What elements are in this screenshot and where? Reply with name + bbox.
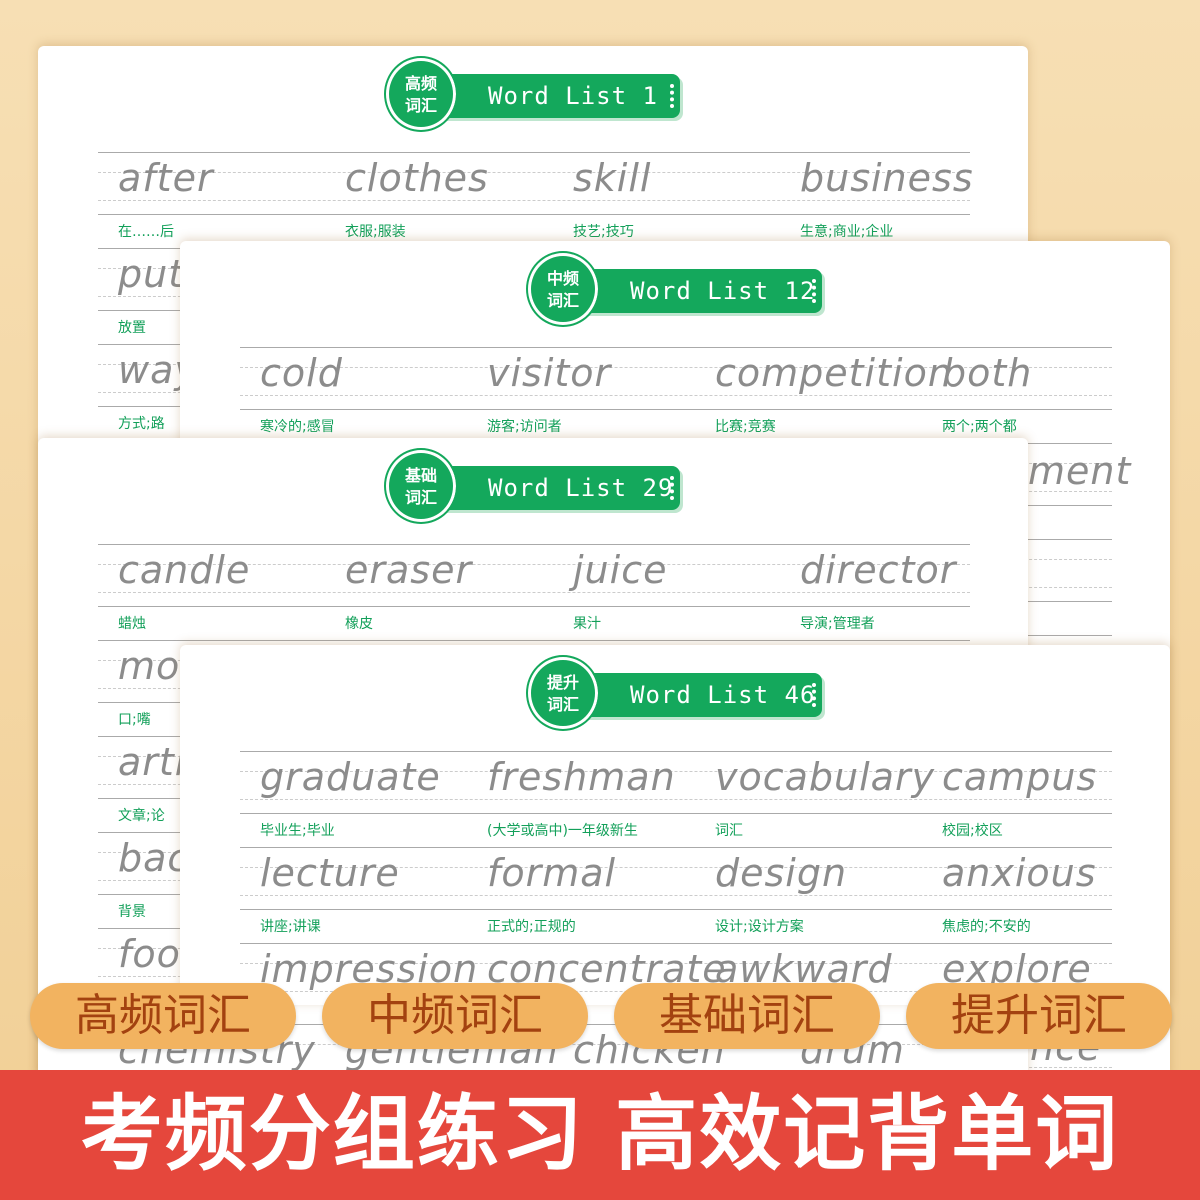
chinese-meaning: 比赛;竞赛	[715, 419, 776, 435]
english-word: candle	[118, 548, 251, 592]
word-list-title: Word List 46	[630, 681, 816, 709]
chinese-meaning: 词汇	[715, 823, 743, 839]
word-list-title: Word List 1	[488, 82, 658, 110]
chinese-meaning: 生意;商业;企业	[800, 224, 894, 240]
category-label: 基础 词汇	[384, 448, 458, 524]
english-word: competition	[715, 351, 953, 395]
chinese-meaning: 文章;论	[118, 808, 165, 824]
word-list-card: 提升 词汇 Word List 46 graduate freshman vocabul…	[180, 645, 1170, 1005]
english-word: both	[942, 351, 1033, 395]
chinese-meaning: 毕业生;毕业	[260, 823, 335, 839]
english-word: campus	[942, 755, 1098, 799]
english-word: graduate	[260, 755, 441, 799]
english-word: vocabulary	[715, 755, 936, 799]
chinese-meaning: 技艺;技巧	[573, 224, 634, 240]
tag-basic: 基础词汇	[614, 983, 880, 1049]
english-word: anxious	[942, 851, 1097, 895]
english-word: arti	[118, 740, 187, 784]
word-row: cold visitor competition both 寒冷的;感冒 游客;访问者 比赛…	[240, 347, 1112, 443]
dots-decoration	[670, 84, 676, 108]
chinese-meaning: 设计;设计方案	[715, 919, 804, 935]
english-word: ment	[1028, 449, 1132, 493]
chinese-meaning: 正式的;正规的	[487, 919, 576, 935]
english-word: freshman	[487, 755, 676, 799]
banner-slogan: 考频分组练习 高效记背单词	[0, 1070, 1200, 1200]
english-word: after	[118, 156, 214, 200]
english-word: cold	[260, 351, 343, 395]
tag-mid-frequency: 中频词汇	[322, 983, 588, 1049]
chinese-meaning: 蜡烛	[118, 616, 146, 632]
chinese-meaning: 焦虑的;不安的	[942, 919, 1031, 935]
chinese-meaning: 在……后	[118, 224, 174, 240]
english-word: design	[715, 851, 848, 895]
word-row: graduate freshman vocabulary campus 毕业生;毕业 (大…	[240, 751, 1112, 847]
chinese-meaning: 口;嘴	[118, 712, 151, 728]
english-word: director	[800, 548, 957, 592]
chinese-meaning: 果汁	[573, 616, 601, 632]
english-word: visitor	[487, 351, 612, 395]
chinese-meaning: 游客;访问者	[487, 419, 562, 435]
english-word: formal	[487, 851, 617, 895]
word-list-badge: 高频 词汇 Word List 1	[384, 56, 686, 132]
english-word: foo	[118, 932, 181, 976]
chinese-meaning: 讲座;讲课	[260, 919, 321, 935]
word-row: lecture formal design anxious 讲座;讲课 正式的;正规的 设计…	[240, 847, 1112, 943]
english-word: skill	[573, 156, 652, 200]
chinese-meaning: 两个;两个都	[942, 419, 1017, 435]
word-list-title: Word List 29	[488, 474, 674, 502]
dots-decoration	[812, 279, 818, 303]
word-row: candle eraser juice director 蜡烛 橡皮 果汁 导演;管理者	[98, 544, 970, 640]
category-label: 高频 词汇	[384, 56, 458, 132]
chinese-meaning: 导演;管理者	[800, 616, 875, 632]
chinese-meaning: 衣服;服装	[345, 224, 406, 240]
category-label: 中频 词汇	[526, 251, 600, 327]
category-tags: 高频词汇 中频词汇 基础词汇 提升词汇	[0, 983, 1200, 1049]
chinese-meaning: (大学或高中)一年级新生	[487, 823, 638, 839]
chinese-meaning: 寒冷的;感冒	[260, 419, 335, 435]
chinese-meaning: 方式;路	[118, 416, 165, 432]
english-word: put	[118, 252, 185, 296]
english-word: juice	[573, 548, 668, 592]
tag-advanced: 提升词汇	[906, 983, 1172, 1049]
word-list-badge: 提升 词汇 Word List 46	[526, 655, 828, 731]
dots-decoration	[670, 476, 676, 500]
english-word: lecture	[260, 851, 400, 895]
chinese-meaning: 背景	[118, 904, 146, 920]
word-list-badge: 中频 词汇 Word List 12	[526, 251, 828, 327]
chinese-meaning: 校园;校区	[942, 823, 1003, 839]
word-row: after clothes skill business 在……后 衣服;服装 技艺;技巧 生…	[98, 152, 973, 248]
category-label: 提升 词汇	[526, 655, 600, 731]
english-word: bac	[118, 836, 190, 880]
word-list-badge: 基础 词汇 Word List 29	[384, 448, 686, 524]
chinese-meaning: 放置	[118, 320, 146, 336]
tag-high-frequency: 高频词汇	[30, 983, 296, 1049]
word-list-title: Word List 12	[630, 277, 816, 305]
english-word: eraser	[345, 548, 473, 592]
english-word: clothes	[345, 156, 489, 200]
english-word: business	[800, 156, 974, 200]
chinese-meaning: 橡皮	[345, 616, 373, 632]
dots-decoration	[812, 683, 818, 707]
